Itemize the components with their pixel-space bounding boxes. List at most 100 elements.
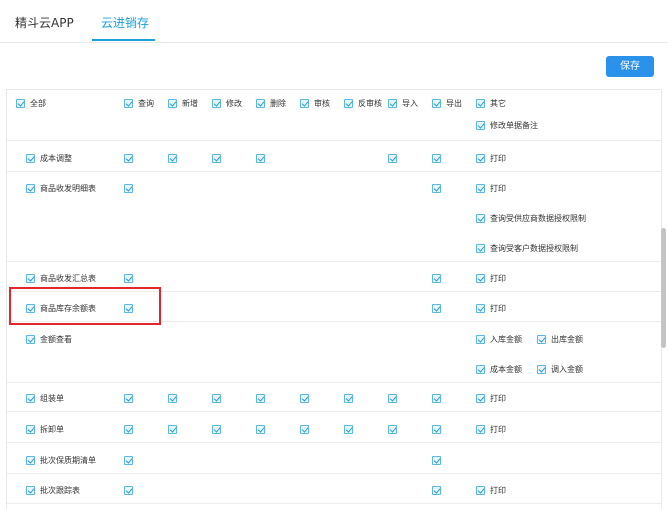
- permission-checkbox[interactable]: [432, 184, 441, 193]
- permission-checkbox[interactable]: [432, 425, 441, 434]
- other-item-checkbox[interactable]: [476, 154, 485, 163]
- permission-checkbox[interactable]: [300, 394, 309, 403]
- permission-checkbox[interactable]: [432, 154, 441, 163]
- column-checkbox-3[interactable]: [256, 99, 265, 108]
- column-checkbox-7[interactable]: [432, 99, 441, 108]
- permission-checkbox[interactable]: [388, 394, 397, 403]
- other-column-checkbox[interactable]: [476, 99, 485, 108]
- other-item-label: 打印: [490, 304, 506, 313]
- permission-checkbox[interactable]: [300, 425, 309, 434]
- row-checkbox[interactable]: [26, 394, 35, 403]
- column-label: 删除: [270, 99, 286, 108]
- other-item-checkbox[interactable]: [476, 486, 485, 495]
- other-item-label: 打印: [490, 184, 506, 193]
- permission-checkbox[interactable]: [256, 394, 265, 403]
- other-item-label: 查询受供应商数据授权限制: [490, 214, 586, 223]
- column-checkbox-4[interactable]: [300, 99, 309, 108]
- row-checkbox[interactable]: [26, 335, 35, 344]
- other-item-label: 修改单据备注: [490, 121, 538, 130]
- select-all-label: 全部: [30, 99, 46, 108]
- permission-checkbox[interactable]: [212, 394, 221, 403]
- permission-checkbox[interactable]: [168, 425, 177, 434]
- permission-checkbox[interactable]: [344, 394, 353, 403]
- highlight-box: [9, 287, 161, 325]
- row-divider: [7, 171, 661, 172]
- other-item-checkbox[interactable]: [476, 335, 485, 344]
- tab-bar: 精斗云APP 云进销存: [0, 0, 668, 43]
- permission-checkbox[interactable]: [124, 394, 133, 403]
- column-label: 导入: [402, 99, 418, 108]
- row-checkbox[interactable]: [26, 184, 35, 193]
- permission-checkbox[interactable]: [432, 394, 441, 403]
- row-name-label: 成本调整: [40, 154, 72, 163]
- other-item-label: 出库金额: [551, 335, 583, 344]
- row-name-label: 商品收发明细表: [40, 184, 96, 193]
- column-checkbox-0[interactable]: [124, 99, 133, 108]
- row-checkbox[interactable]: [26, 456, 35, 465]
- column-checkbox-1[interactable]: [168, 99, 177, 108]
- tab-yunjinxiaocun[interactable]: 云进销存: [101, 14, 149, 31]
- permission-checkbox[interactable]: [168, 154, 177, 163]
- row-name-label: 金额查看: [40, 335, 72, 344]
- column-label: 修改: [226, 99, 242, 108]
- other-item-checkbox[interactable]: [476, 121, 485, 130]
- other-item-checkbox[interactable]: [476, 184, 485, 193]
- permission-checkbox[interactable]: [124, 456, 133, 465]
- column-checkbox-5[interactable]: [344, 99, 353, 108]
- other-item-checkbox[interactable]: [476, 394, 485, 403]
- column-label: 反审核: [358, 99, 382, 108]
- tab-jingdouyun-app[interactable]: 精斗云APP: [15, 14, 74, 31]
- other-item-checkbox[interactable]: [476, 304, 485, 313]
- other-item-checkbox[interactable]: [476, 244, 485, 253]
- permission-checkbox[interactable]: [432, 456, 441, 465]
- column-checkbox-6[interactable]: [388, 99, 397, 108]
- other-item-checkbox[interactable]: [476, 425, 485, 434]
- column-checkbox-2[interactable]: [212, 99, 221, 108]
- other-item-checkbox[interactable]: [476, 214, 485, 223]
- column-label: 查询: [138, 99, 154, 108]
- permission-checkbox[interactable]: [124, 274, 133, 283]
- column-label: 审核: [314, 99, 330, 108]
- other-item-checkbox[interactable]: [537, 335, 546, 344]
- row-checkbox[interactable]: [26, 154, 35, 163]
- other-item-checkbox[interactable]: [476, 274, 485, 283]
- row-name-label: 商品收发汇总表: [40, 274, 96, 283]
- permission-checkbox[interactable]: [124, 425, 133, 434]
- row-divider: [7, 261, 661, 262]
- row-checkbox[interactable]: [26, 486, 35, 495]
- permission-checkbox[interactable]: [124, 154, 133, 163]
- other-column-label: 其它: [490, 99, 506, 108]
- save-button[interactable]: 保存: [606, 56, 654, 77]
- other-item-label: 打印: [490, 425, 506, 434]
- column-label: 导出: [446, 99, 462, 108]
- other-item-checkbox[interactable]: [476, 365, 485, 374]
- other-item-label: 入库金额: [490, 335, 522, 344]
- scrollbar[interactable]: [661, 228, 666, 348]
- permission-checkbox[interactable]: [388, 154, 397, 163]
- permission-checkbox[interactable]: [124, 184, 133, 193]
- permission-checkbox[interactable]: [344, 425, 353, 434]
- row-checkbox[interactable]: [26, 274, 35, 283]
- row-checkbox[interactable]: [26, 425, 35, 434]
- permission-checkbox[interactable]: [432, 486, 441, 495]
- active-tab-indicator: [92, 39, 155, 41]
- other-item-checkbox[interactable]: [537, 365, 546, 374]
- permission-checkbox[interactable]: [256, 154, 265, 163]
- permission-checkbox[interactable]: [212, 154, 221, 163]
- permission-checkbox[interactable]: [212, 425, 221, 434]
- permission-checkbox[interactable]: [432, 304, 441, 313]
- permission-checkbox[interactable]: [124, 486, 133, 495]
- other-item-label: 调入金额: [551, 365, 583, 374]
- permission-checkbox[interactable]: [432, 274, 441, 283]
- permission-checkbox[interactable]: [168, 394, 177, 403]
- row-name-label: 批次跟踪表: [40, 486, 80, 495]
- other-item-label: 打印: [490, 154, 506, 163]
- other-item-label: 打印: [490, 486, 506, 495]
- row-divider: [7, 442, 661, 443]
- permission-checkbox[interactable]: [388, 425, 397, 434]
- other-item-label: 查询受客户数据授权限制: [490, 244, 578, 253]
- other-item-label: 打印: [490, 274, 506, 283]
- select-all-checkbox[interactable]: [16, 99, 25, 108]
- permission-checkbox[interactable]: [256, 425, 265, 434]
- row-name-label: 拆卸单: [40, 425, 64, 434]
